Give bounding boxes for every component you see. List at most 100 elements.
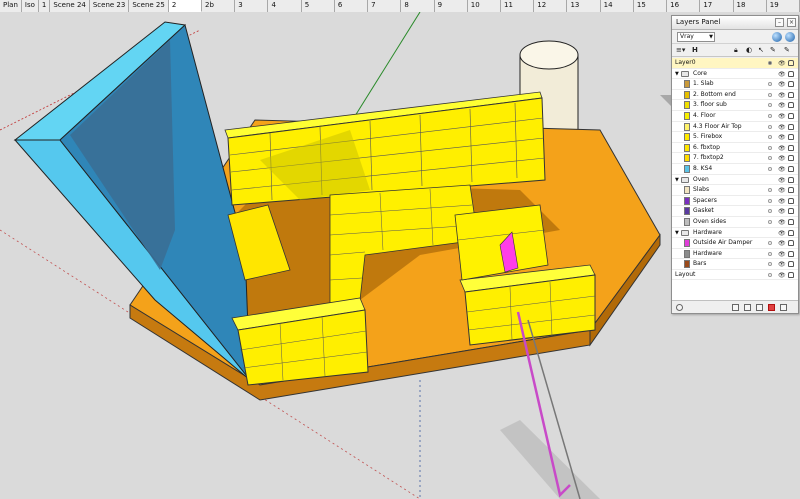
layer-row[interactable]: 5. Firebox 👁︎ [672,132,798,143]
scene-tab[interactable]: 4 [268,0,302,12]
layer-row[interactable]: 7. fbxtop2 👁︎ [672,153,798,164]
lock-icon[interactable] [788,144,794,151]
layer-color-swatch[interactable] [684,260,690,269]
layer-color-swatch[interactable] [684,80,690,89]
scene-tab[interactable]: 12 [534,0,568,12]
active-layer-radio[interactable] [768,219,772,224]
scene-tab[interactable]: 16 [667,0,701,12]
active-layer-radio[interactable] [768,156,772,161]
new-layer-icon[interactable] [744,304,751,311]
lock-icon[interactable] [788,261,794,268]
scene-tab[interactable]: Scene 23 [89,0,130,12]
layers-panel-titlebar[interactable]: Layers Panel – × [672,16,798,30]
lock-icon[interactable] [788,176,794,183]
layer-row[interactable]: Outside Air Damper 👁︎ [672,238,798,249]
layer-color-swatch[interactable] [684,217,690,226]
layer-row[interactable]: 1. Slab 👁︎ [672,79,798,90]
lock-icon[interactable] [788,165,794,172]
scene-tab[interactable]: 11 [501,0,535,12]
scene-tab[interactable]: 15 [633,0,668,12]
lock-icon[interactable] [788,112,794,119]
scene-tab[interactable]: 7 [368,0,402,12]
visibility-eye-icon[interactable]: 👁︎ [778,207,786,217]
scene-tab[interactable]: 2b [202,0,236,12]
visibility-eye-icon[interactable]: 👁︎ [778,144,786,154]
layer-row[interactable]: 3. floor sub 👁︎ [672,100,798,111]
close-icon[interactable]: × [787,18,796,27]
eyedropper-2-icon[interactable]: ✎ [784,46,790,55]
layer-options-icon[interactable] [756,304,763,311]
active-layer-radio[interactable] [768,61,772,65]
delete-layer-icon[interactable] [768,304,775,311]
layer-row[interactable]: Hardware 👁︎ [672,249,798,260]
scene-tab[interactable]: Scene 24 [50,0,90,12]
scene-tab[interactable]: 13 [567,0,601,12]
layer-color-swatch[interactable] [684,239,690,248]
active-layer-radio[interactable] [768,124,772,129]
details-menu-icon[interactable]: ≡▾ [676,46,685,55]
visibility-eye-icon[interactable]: 👁︎ [778,271,786,281]
scene-tab[interactable]: 6 [334,0,369,12]
visibility-eye-icon[interactable]: 👁︎ [778,70,786,80]
layer-color-swatch[interactable] [684,111,690,120]
lock-icon[interactable] [788,102,794,109]
layer-color-swatch[interactable] [684,249,690,258]
active-layer-radio[interactable] [768,262,772,267]
layer-row[interactable]: Layout 👁︎ [672,270,798,281]
layer-color-swatch[interactable] [684,154,690,163]
lock-column-icon[interactable]: 🔒︎ [734,46,738,55]
minimize-icon[interactable]: – [775,18,784,27]
visibility-eye-icon[interactable]: 👁︎ [778,165,786,175]
layer-group-row[interactable]: ▼ Core 👁︎ [672,69,798,80]
layer-color-swatch[interactable] [684,143,690,152]
layer-color-swatch[interactable] [684,207,690,216]
scene-tab[interactable]: Scene 25 [129,0,169,12]
active-layer-radio[interactable] [768,251,772,256]
scene-tab[interactable]: Plan [0,0,22,12]
lock-icon[interactable] [788,250,794,257]
visibility-eye-icon[interactable]: 👁︎ [778,239,786,249]
active-layer-radio[interactable] [768,135,772,140]
active-layer-radio[interactable] [768,82,772,87]
eyedropper-icon[interactable]: ✎ [770,46,776,55]
layer-color-swatch[interactable] [684,133,690,142]
expand-triangle-icon[interactable]: ▼ [675,69,679,79]
layer-color-swatch[interactable] [684,101,690,110]
active-layer-radio[interactable] [768,92,772,97]
lock-icon[interactable] [788,208,794,215]
lock-icon[interactable] [788,81,794,88]
visibility-eye-icon[interactable]: 👁︎ [778,186,786,196]
layer-row[interactable]: 4.3 Floor Air Top 👁︎ [672,122,798,133]
layer-row[interactable]: Spacers 👁︎ [672,196,798,207]
lock-icon[interactable] [788,197,794,204]
layer-state-icon[interactable] [676,304,683,311]
active-layer-radio[interactable] [768,209,772,214]
visibility-eye-icon[interactable]: 👁︎ [778,260,786,270]
vray-options-icon[interactable] [785,32,795,42]
scene-tab[interactable]: 14 [600,0,634,12]
layer-color-swatch[interactable] [684,122,690,131]
lock-icon[interactable] [788,91,794,98]
visibility-eye-icon[interactable]: 👁︎ [778,80,786,90]
visibility-eye-icon[interactable]: 👁︎ [778,123,786,133]
active-layer-radio[interactable] [768,103,772,108]
active-layer-radio[interactable] [768,113,772,118]
lock-icon[interactable] [788,271,794,278]
visibility-eye-icon[interactable]: 👁︎ [778,112,786,122]
lock-icon[interactable] [788,123,794,130]
layer-group-row[interactable]: ▼ Hardware 👁︎ [672,228,798,239]
purge-icon[interactable] [780,304,787,311]
visibility-eye-icon[interactable]: 👁︎ [778,59,786,69]
scene-tab[interactable]: 19 [766,0,800,12]
layer-color-swatch[interactable] [684,186,690,195]
visibility-eye-icon[interactable]: 👁︎ [778,133,786,143]
layer-row[interactable]: 2. Bottom end 👁︎ [672,90,798,101]
scene-tab[interactable]: 18 [733,0,767,12]
vray-render-icon[interactable] [772,32,782,42]
color-column-icon[interactable]: ◐ [746,46,752,55]
layer-row[interactable]: Layer0 👁︎ [672,58,798,69]
scene-tab[interactable]: 5 [301,0,335,12]
layer-group-row[interactable]: ▼ Oven 👁︎ [672,175,798,186]
lock-icon[interactable] [788,60,794,66]
renderer-select[interactable]: Vray ▼ [677,32,715,42]
